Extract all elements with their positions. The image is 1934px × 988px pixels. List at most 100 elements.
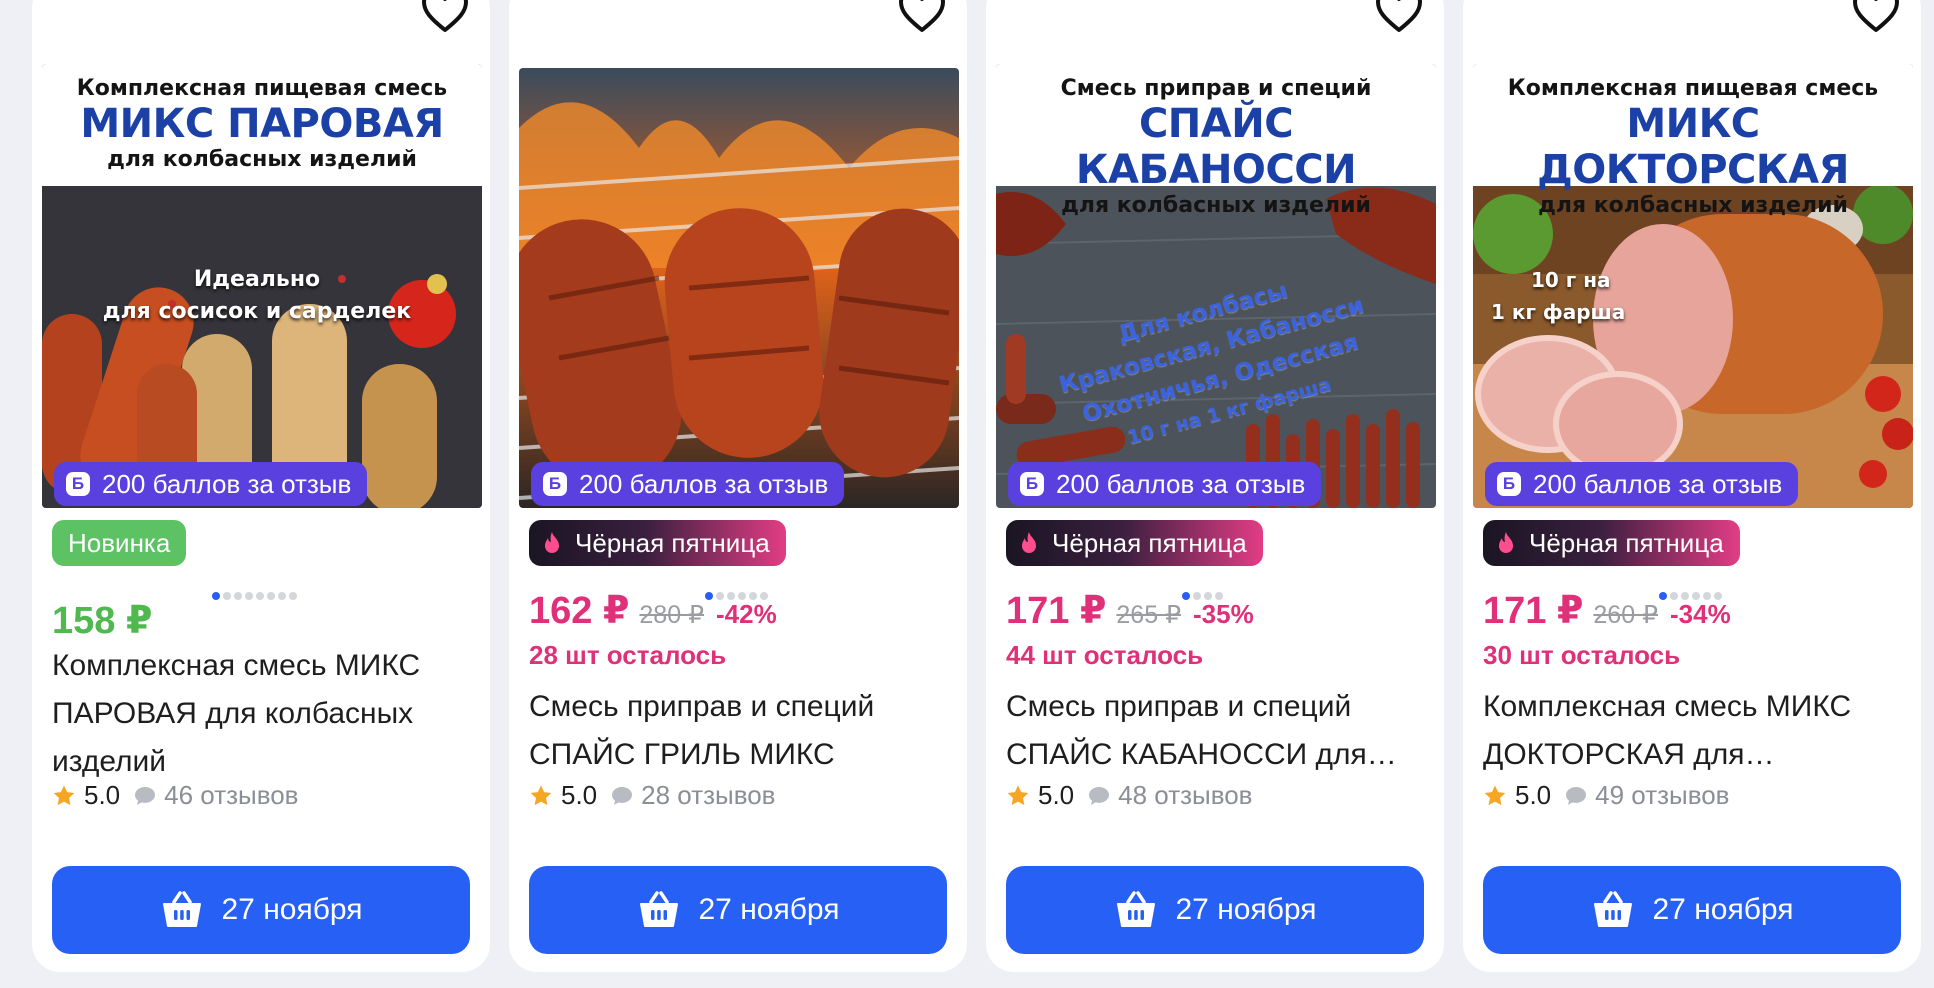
review-points-badge: Б 200 баллов за отзыв (531, 462, 845, 506)
rating-row: 5.0 28 отзывов (529, 780, 776, 811)
heart-icon[interactable] (1374, 0, 1424, 34)
product-card[interactable]: Б 200 баллов за отзыв Чёрная пятница 162… (509, 0, 967, 972)
title-line: СПАЙС ГРИЛЬ МИКС (529, 738, 835, 771)
tag-label: Новинка (68, 527, 171, 558)
heart-icon[interactable] (420, 0, 470, 34)
add-to-cart-button[interactable]: 27 ноября (1483, 866, 1901, 954)
add-to-cart-button[interactable]: 27 ноября (52, 866, 470, 954)
banner-title: МИКС ДОКТОРСКАЯ (1537, 101, 1849, 193)
comment-icon (1089, 786, 1110, 805)
price: 171 ₽ (1483, 590, 1584, 632)
product-image[interactable]: Смесь приправ и специй СПАЙС КАБАНОССИ д… (996, 64, 1436, 508)
title-line: изделий (52, 745, 167, 778)
rating-score: 5.0 (1515, 780, 1552, 810)
star-icon (1007, 785, 1029, 805)
comment-icon (1566, 786, 1587, 805)
old-price: 260 ₽ (1593, 601, 1658, 629)
rating-score: 5.0 (1038, 780, 1075, 810)
tag-label: Чёрная пятница (1052, 527, 1247, 558)
price: 158 ₽ (52, 600, 153, 642)
points-label: 200 баллов за отзыв (1056, 468, 1306, 499)
price: 162 ₽ (529, 590, 630, 632)
discount: -34% (1669, 599, 1731, 629)
stock-left: 30 шт осталось (1483, 640, 1681, 670)
reviews-count[interactable]: 46 отзывов (164, 780, 298, 811)
grilled-sausage-photo (519, 68, 959, 508)
review-points-badge: Б 200 баллов за отзыв (1008, 462, 1322, 506)
heart-icon[interactable] (897, 0, 947, 34)
title-line: Комплексная смесь МИКС (52, 649, 421, 682)
star-icon (1484, 785, 1506, 805)
product-title[interactable]: Смесь приправ и специй СПАЙС КАБАНОССИ д… (1006, 683, 1426, 779)
banner-subtitle: Комплексная пищевая смесь (1507, 76, 1879, 101)
rating-score: 5.0 (561, 780, 598, 810)
tag-label: Чёрная пятница (575, 527, 770, 558)
heart-icon[interactable] (1851, 0, 1901, 34)
rating-score: 5.0 (84, 780, 121, 810)
basket-icon (162, 891, 201, 927)
fire-icon (545, 532, 559, 553)
photo-caption-line: 10 г на (1531, 268, 1611, 292)
image-pagination[interactable] (212, 592, 297, 600)
price-row: 171 ₽ 265 ₽ -35% (1006, 588, 1254, 633)
comment-icon (135, 786, 156, 805)
points-icon: Б (1497, 472, 1521, 496)
price-row: 171 ₽ 260 ₽ -34% (1483, 588, 1731, 633)
basket-icon (1116, 891, 1155, 927)
product-banner: Смесь приправ и специй СПАЙС КАБАНОССИ д… (996, 64, 1436, 218)
banner-caption: для колбасных изделий (1538, 193, 1848, 218)
title-line: Смесь приправ и специй (529, 690, 875, 723)
old-price: 280 ₽ (639, 601, 704, 629)
photo-caption: Идеально для сосисок и сарделек (102, 264, 412, 328)
old-price: 265 ₽ (1116, 601, 1181, 629)
product-image[interactable]: Комплексная пищевая смесь МИКС ПАРОВАЯ д… (42, 64, 482, 508)
add-to-cart-button[interactable]: 27 ноября (1006, 866, 1424, 954)
product-title[interactable]: Комплексная смесь МИКС ДОКТОРСКАЯ для… (1483, 683, 1903, 779)
product-banner: Комплексная пищевая смесь МИКС ДОКТОРСКА… (1473, 64, 1913, 218)
photo-caption-line: для сосисок и сарделек (102, 299, 412, 324)
product-card[interactable]: Комплексная пищевая смесь МИКС ДОКТОРСКА… (1463, 0, 1921, 972)
reviews-count[interactable]: 48 отзывов (1118, 780, 1252, 811)
points-icon: Б (1020, 472, 1044, 496)
product-title[interactable]: Комплексная смесь МИКС ПАРОВАЯ для колба… (52, 642, 472, 786)
product-card[interactable]: Комплексная пищевая смесь МИКС ПАРОВАЯ д… (32, 0, 490, 972)
product-image[interactable]: Б 200 баллов за отзыв (519, 68, 959, 508)
rating-row: 5.0 46 отзывов (52, 780, 299, 811)
review-points-badge: Б 200 баллов за отзыв (54, 462, 368, 506)
stock-left: 44 шт осталось (1006, 640, 1204, 670)
points-icon: Б (66, 472, 90, 496)
black-friday-badge: Чёрная пятница (1483, 520, 1740, 566)
banner-subtitle: Комплексная пищевая смесь (76, 76, 448, 101)
black-friday-badge: Чёрная пятница (529, 520, 786, 566)
banner-caption: для колбасных изделий (107, 147, 417, 172)
comment-icon (612, 786, 633, 805)
discount: -42% (715, 599, 777, 629)
delivery-date: 27 ноября (1175, 893, 1317, 926)
product-image[interactable]: Комплексная пищевая смесь МИКС ДОКТОРСКА… (1473, 64, 1913, 508)
title-line: Смесь приправ и специй (1006, 690, 1352, 723)
add-to-cart-button[interactable]: 27 ноября (529, 866, 947, 954)
banner-title: МИКС ПАРОВАЯ (80, 101, 444, 147)
price: 171 ₽ (1006, 590, 1107, 632)
basket-icon (1593, 891, 1632, 927)
banner-title: СПАЙС КАБАНОССИ (1075, 101, 1357, 193)
product-title[interactable]: Смесь приправ и специй СПАЙС ГРИЛЬ МИКС (529, 683, 949, 779)
delivery-date: 27 ноября (698, 893, 840, 926)
points-label: 200 баллов за отзыв (579, 468, 829, 499)
reviews-count[interactable]: 28 отзывов (641, 780, 775, 811)
reviews-count[interactable]: 49 отзывов (1595, 780, 1729, 811)
rating-row: 5.0 48 отзывов (1006, 780, 1253, 811)
photo-caption: 10 г на 1 кг фарша (1491, 264, 1625, 328)
basket-icon (639, 891, 678, 927)
title-line: ДОКТОРСКАЯ для… (1483, 738, 1775, 771)
banner-subtitle: Смесь приправ и специй (1060, 76, 1372, 101)
photo-caption-line: Идеально (193, 267, 321, 292)
product-card[interactable]: Смесь приправ и специй СПАЙС КАБАНОССИ д… (986, 0, 1444, 972)
banner-caption: для колбасных изделий (1061, 193, 1371, 218)
title-line: Комплексная смесь МИКС (1483, 690, 1852, 723)
points-label: 200 баллов за отзыв (102, 468, 352, 499)
price-row: 158 ₽ (52, 598, 152, 643)
photo-caption-line: 1 кг фарша (1491, 300, 1626, 324)
title-line: ПАРОВАЯ для колбасных (52, 697, 414, 730)
star-icon (53, 785, 75, 805)
